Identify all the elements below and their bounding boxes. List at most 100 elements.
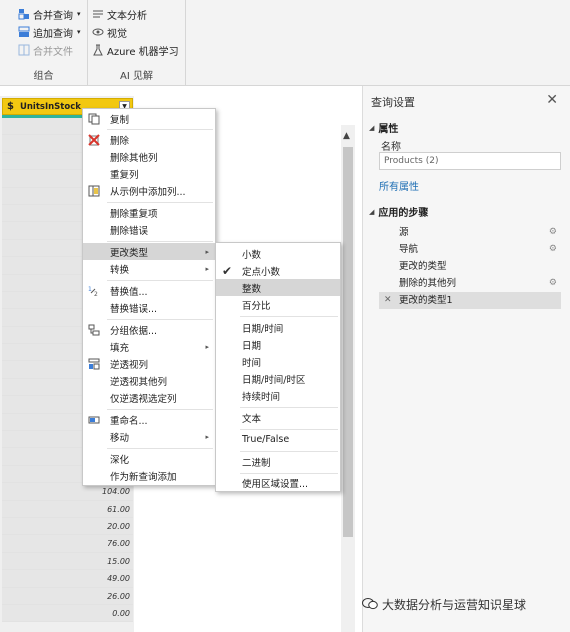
type-label: 百分比 <box>242 300 271 312</box>
type-text[interactable]: 文本 <box>216 409 340 426</box>
vision-button[interactable]: 视觉 <box>92 24 127 40</box>
append-query-button[interactable]: 追加查询 ▾ <box>18 24 81 40</box>
unpivot-icon <box>87 357 101 371</box>
menu-item-move[interactable]: 移动 ▸ <box>83 428 215 445</box>
gear-icon[interactable]: ⚙ <box>549 275 557 292</box>
combine-files-button[interactable]: 合并文件 <box>18 42 73 58</box>
step-navigation[interactable]: 导航 ⚙ <box>379 241 561 258</box>
collapse-triangle-icon[interactable]: ◢ <box>369 124 374 132</box>
type-label: 定点小数 <box>242 266 281 278</box>
type-datetime[interactable]: 日期/时间 <box>216 319 340 336</box>
scroll-up-arrow-icon[interactable]: ▲ <box>343 131 350 141</box>
menu-item-label: 逆透视列 <box>110 359 149 371</box>
merge-query-button[interactable]: 合并查询 ▾ <box>18 6 81 22</box>
menu-item-label: 逆透视其他列 <box>110 376 168 388</box>
ai-insights-group-label: AI 见解 <box>120 71 153 82</box>
type-datetime-timezone[interactable]: 日期/时间/时区 <box>216 370 340 387</box>
table-cell[interactable]: 61.00 <box>2 500 133 518</box>
rename-icon <box>87 413 101 427</box>
menu-item-label: 重命名... <box>110 415 148 427</box>
properties-heading: 属性 <box>378 124 399 135</box>
delete-step-icon[interactable]: ✕ <box>384 292 392 309</box>
type-date[interactable]: 日期 <box>216 336 340 353</box>
menu-item-fill[interactable]: 填充 ▸ <box>83 338 215 355</box>
step-changed-type[interactable]: 更改的类型 <box>379 258 561 275</box>
gear-icon[interactable]: ⚙ <box>549 241 557 258</box>
type-true-false[interactable]: True/False <box>216 431 340 448</box>
menu-item-delete[interactable]: 删除 <box>83 131 215 148</box>
step-source[interactable]: 源 ⚙ <box>379 224 561 241</box>
vertical-scrollbar[interactable]: ▲ <box>341 125 355 632</box>
table-cell[interactable]: 20.00 <box>2 517 133 536</box>
menu-separator <box>107 241 213 242</box>
menu-item-add-as-new-query[interactable]: 作为新查询添加 <box>83 467 215 484</box>
scrollbar-thumb[interactable] <box>343 147 353 537</box>
menu-item-label: 从示例中添加列... <box>110 186 186 198</box>
menu-item-duplicate-column[interactable]: 重复列 <box>83 165 215 182</box>
menu-item-replace-values[interactable]: 12 替换值... <box>83 282 215 299</box>
menu-item-change-type[interactable]: 更改类型 ▸ <box>83 243 215 260</box>
query-settings-title: 查询设置 <box>371 96 415 109</box>
change-type-submenu: 小数 ✔ 定点小数 整数 百分比 日期/时间 日期 时间 日期/时间/时区 持续… <box>215 242 341 492</box>
watermark: 大数据分析与运营知识星球 <box>362 596 526 613</box>
type-using-locale[interactable]: 使用区域设置... <box>216 474 340 491</box>
menu-item-unpivot-columns[interactable]: 逆透视列 <box>83 355 215 372</box>
menu-item-label: 删除重复项 <box>110 208 158 220</box>
name-label: 名称 <box>381 142 401 153</box>
close-icon[interactable]: ✕ <box>546 92 558 108</box>
type-whole-number[interactable]: 整数 <box>216 279 340 296</box>
menu-item-unpivot-selected-columns[interactable]: 仅逆透视选定列 <box>83 389 215 406</box>
menu-item-transform[interactable]: 转换 ▸ <box>83 260 215 277</box>
menu-item-remove-errors[interactable]: 删除错误 <box>83 221 215 238</box>
menu-item-copy[interactable]: 复制 <box>83 110 215 127</box>
menu-item-drill-down[interactable]: 深化 <box>83 450 215 467</box>
text-analytics-button[interactable]: 文本分析 <box>92 6 147 22</box>
table-cell[interactable]: 26.00 <box>2 587 133 605</box>
menu-item-remove-duplicates[interactable]: 删除重复项 <box>83 204 215 221</box>
wechat-icon <box>362 597 378 613</box>
azure-ml-button[interactable]: Azure 机器学习 <box>92 42 179 58</box>
applied-steps-section[interactable]: ◢ 应用的步骤 <box>369 204 428 220</box>
menu-item-label: 重复列 <box>110 169 139 181</box>
type-duration[interactable]: 持续时间 <box>216 387 340 404</box>
combine-files-icon <box>18 44 30 56</box>
step-removed-other-columns[interactable]: 删除的其他列 ⚙ <box>379 275 561 292</box>
ribbon: 合并查询 ▾ 追加查询 ▾ 合并文件 组合 文本分析 视觉 Azure 机器学习… <box>0 0 570 86</box>
menu-item-group-by[interactable]: 分组依据... <box>83 321 215 338</box>
table-cell[interactable]: 15.00 <box>2 552 133 571</box>
menu-separator <box>107 409 213 410</box>
type-label: 时间 <box>242 357 262 369</box>
step-label: 更改的类型1 <box>399 295 453 306</box>
table-cell[interactable]: 76.00 <box>2 535 133 553</box>
step-label: 导航 <box>399 244 419 255</box>
menu-item-add-column-from-examples[interactable]: 从示例中添加列... <box>83 182 215 199</box>
type-time[interactable]: 时间 <box>216 353 340 370</box>
menu-item-label: 填充 <box>110 342 130 354</box>
menu-item-remove-other-columns[interactable]: 删除其他列 <box>83 148 215 165</box>
add-column-from-examples-icon <box>87 184 101 198</box>
step-changed-type-1[interactable]: ✕ 更改的类型1 <box>379 292 561 309</box>
merge-query-caret: ▾ <box>77 10 81 18</box>
menu-item-label: 复制 <box>110 114 130 126</box>
all-properties-link[interactable]: 所有属性 <box>379 178 419 193</box>
menu-item-replace-errors[interactable]: 替换错误... <box>83 299 215 316</box>
type-fixed-decimal[interactable]: ✔ 定点小数 <box>216 262 340 279</box>
type-percentage[interactable]: 百分比 <box>216 296 340 313</box>
combine-group: 合并查询 ▾ 追加查询 ▾ 合并文件 组合 <box>0 0 88 86</box>
type-binary[interactable]: 二进制 <box>216 453 340 470</box>
table-cell[interactable]: 49.00 <box>2 570 133 588</box>
table-cell[interactable]: 0.00 <box>2 604 133 623</box>
gear-icon[interactable]: ⚙ <box>549 224 557 241</box>
currency-type-icon[interactable]: $ <box>7 101 14 112</box>
menu-item-rename[interactable]: 重命名... <box>83 411 215 428</box>
combine-group-label: 组合 <box>33 71 54 82</box>
collapse-triangle-icon[interactable]: ◢ <box>369 208 374 216</box>
query-name-input[interactable]: Products (2) <box>379 152 561 170</box>
type-decimal[interactable]: 小数 <box>216 245 340 262</box>
submenu-arrow-icon: ▸ <box>205 247 209 256</box>
menu-item-label: 替换错误... <box>110 303 158 315</box>
properties-section[interactable]: ◢ 属性 <box>369 120 399 136</box>
applied-steps-list: 源 ⚙ 导航 ⚙ 更改的类型 删除的其他列 ⚙ ✕ 更改的类型1 <box>379 224 561 309</box>
menu-item-unpivot-other-columns[interactable]: 逆透视其他列 <box>83 372 215 389</box>
menu-item-label: 移动 <box>110 432 130 444</box>
